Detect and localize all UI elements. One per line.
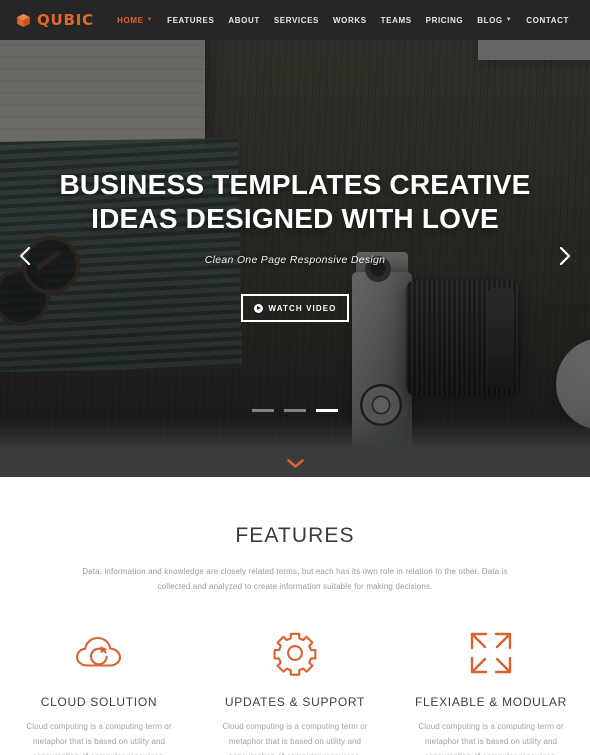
nav-item-pricing[interactable]: PRICING [419,12,471,29]
chevron-left-icon [19,246,31,266]
nav-item-about[interactable]: ABOUT [221,12,266,29]
cloud-sync-icon [75,637,122,667]
hero-title-line2: IDEAS DESIGNED WITH LOVE [91,203,499,235]
hero-subtitle: Clean One Page Responsive Design [204,254,386,267]
play-circle-icon [253,303,263,313]
feature-card-text: Cloud computing is a computing term or m… [418,722,564,755]
hero-title: BUSINESS TEMPLATES CREATIVE IDEAS DESIGN… [0,168,590,236]
feature-card-text: Cloud computing is a computing term or m… [222,722,368,755]
hero-title-line1: BUSINESS TEMPLATES CREATIVE [59,169,531,200]
nav-item-works[interactable]: WORKS [326,12,374,29]
nav-item-features-label: FEATURES [167,15,215,25]
features-section: FEATURES Data, information and knowledge… [0,477,590,755]
features-description: Data, information and knowledge are clos… [82,567,508,592]
expand-arrows-icon-wrap [407,628,575,678]
features-title: FEATURES [235,524,355,547]
nav-item-home[interactable]: HOME ▼ [110,12,160,29]
hero-slider: BUSINESS TEMPLATES CREATIVE IDEAS DESIGN… [0,0,590,477]
hero-content: BUSINESS TEMPLATES CREATIVE IDEAS DESIGN… [0,168,590,323]
nav-item-blog[interactable]: BLOG ▼ [470,12,519,29]
nav-item-services-label: SERVICES [273,15,319,25]
feature-card-title: UPDATES & SUPPORT [224,695,366,710]
feature-card-title: CLOUD SOLUTION [40,695,158,710]
hero-bottom-fade [0,419,590,477]
brand-name: QUBIC [37,11,94,29]
feature-card-updates-support: UPDATES & SUPPORT Cloud computing is a c… [197,628,393,755]
scroll-down-button[interactable] [0,459,590,468]
site-header: QUBIC HOME ▼ FEATURES ABOUT SERVICES WOR… [0,0,590,40]
cube-icon [17,13,30,27]
feature-card-flexiable-modular: FLEXIABLE & MODULAR Cloud computing is a… [393,628,589,755]
slider-prev-button[interactable] [12,243,38,269]
chevron-down-icon: ▼ [505,17,513,23]
chevron-right-icon [559,246,571,266]
nav-item-contact[interactable]: CONTACT [519,12,576,29]
main-navigation: HOME ▼ FEATURES ABOUT SERVICES WORKS TEA… [110,12,576,29]
landing-page: BUSINESS TEMPLATES CREATIVE IDEAS DESIGN… [0,0,590,755]
slider-dot-2[interactable] [284,409,306,412]
chevron-down-icon: ▼ [146,17,154,23]
brand-logo[interactable]: QUBIC [16,11,94,29]
chevron-down-icon [286,459,304,468]
cloud-sync-icon-wrap [15,628,183,678]
gear-icon-wrap [211,628,379,678]
feature-card-title: FLEXIABLE & MODULAR [414,695,567,710]
nav-item-contact-label: CONTACT [526,15,569,25]
nav-item-works-label: WORKS [333,15,367,25]
feature-card-text: Cloud computing is a computing term or m… [26,722,172,755]
slider-next-button[interactable] [552,243,578,269]
nav-item-home-label: HOME [117,15,144,25]
feature-card-cloud-solution: CLOUD SOLUTION Cloud computing is a comp… [1,628,197,755]
feature-cards: CLOUD SOLUTION Cloud computing is a comp… [0,628,590,755]
nav-item-services[interactable]: SERVICES [267,12,326,29]
nav-item-teams[interactable]: TEAMS [374,12,419,29]
slider-dot-3[interactable] [316,409,338,412]
gear-icon [273,633,317,677]
watch-video-label: WATCH VIDEO [268,303,337,313]
expand-arrows-icon [470,633,512,674]
nav-item-pricing-label: PRICING [425,15,464,25]
nav-item-blog-label: BLOG [477,15,503,25]
nav-item-features[interactable]: FEATURES [160,12,221,29]
nav-item-about-label: ABOUT [228,15,260,25]
nav-item-teams-label: TEAMS [380,15,412,25]
watch-video-button[interactable]: WATCH VIDEO [241,294,349,323]
slider-dot-1[interactable] [252,409,274,412]
slider-pagination [0,409,590,412]
